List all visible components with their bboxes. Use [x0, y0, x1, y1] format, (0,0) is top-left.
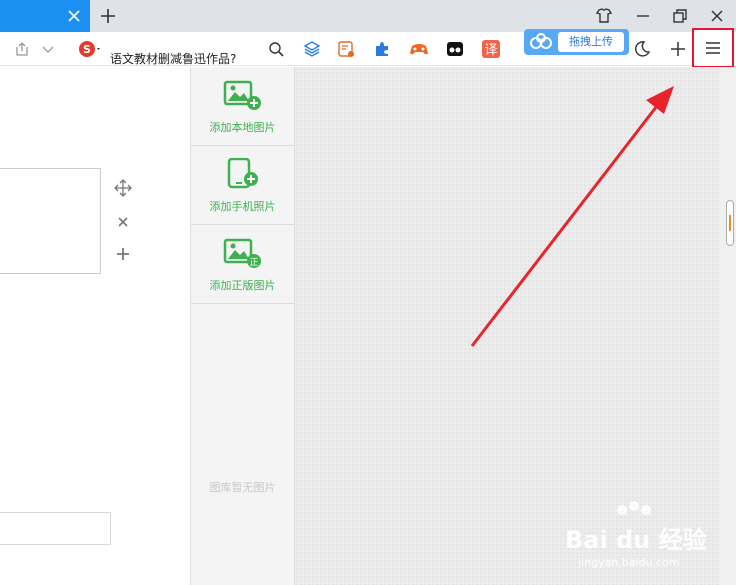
image-add-icon — [223, 80, 261, 110]
svg-text:S: S — [83, 43, 91, 56]
image-side-panel: 添加本地图片 添加手机照片 正 添加正版图片 图库暂无图片 — [190, 67, 295, 585]
svg-text:正: 正 — [249, 258, 258, 268]
sogou-search-icon[interactable]: S — [78, 39, 104, 59]
add-local-image-button[interactable]: 添加本地图片 — [191, 67, 294, 146]
watermark-brand: Bai du 经验 — [565, 526, 707, 554]
translate-icon[interactable]: 译 — [481, 39, 501, 59]
notes-icon[interactable] — [336, 39, 356, 59]
caption-input[interactable] — [0, 512, 111, 545]
scrollbar-track[interactable] — [720, 67, 736, 585]
move-icon[interactable] — [113, 178, 133, 198]
add-licensed-image-button[interactable]: 正 添加正版图片 — [191, 225, 294, 304]
video-app-icon[interactable] — [445, 39, 465, 59]
delete-icon[interactable] — [113, 212, 133, 232]
editor-area — [0, 67, 190, 585]
baidu-netdisk-widget[interactable]: 拖拽上传 — [524, 29, 629, 55]
add-phone-photo-label: 添加手机照片 — [209, 200, 276, 213]
gamepad-icon[interactable] — [408, 39, 430, 59]
plus-icon[interactable] — [97, 5, 119, 27]
minimize-icon[interactable] — [631, 4, 655, 28]
chevron-down-icon[interactable] — [38, 39, 58, 59]
search-icon[interactable] — [266, 39, 286, 59]
shirt-icon[interactable] — [592, 4, 616, 28]
annotation-arrow-icon — [470, 86, 674, 347]
add-phone-photo-button[interactable]: 添加手机照片 — [191, 146, 294, 225]
licensed-image-icon: 正 — [223, 238, 261, 268]
empty-gallery-text: 图库暂无图片 — [209, 481, 276, 494]
share-icon[interactable] — [12, 39, 32, 59]
moon-icon[interactable] — [632, 39, 652, 59]
search-suggestion-text[interactable]: 语文教材删减鲁迅作品? — [110, 50, 236, 67]
close-icon[interactable] — [64, 6, 84, 26]
scrollbar-thumb[interactable] — [726, 200, 734, 246]
add-local-image-label: 添加本地图片 — [209, 121, 276, 134]
menu-button[interactable] — [692, 28, 734, 68]
tab-bar — [0, 0, 736, 32]
watermark-url: jingyan.baidu.com — [578, 556, 680, 569]
restore-icon[interactable] — [668, 4, 692, 28]
layers-icon[interactable] — [302, 39, 322, 59]
close-window-icon[interactable] — [705, 4, 729, 28]
add-icon[interactable] — [113, 244, 133, 264]
phone-add-icon — [227, 158, 258, 189]
active-tab[interactable] — [0, 0, 90, 32]
drag-upload-button[interactable]: 拖拽上传 — [558, 32, 624, 52]
hamburger-icon — [706, 42, 720, 54]
add-licensed-image-label: 添加正版图片 — [209, 279, 276, 292]
svg-text:译: 译 — [484, 43, 497, 58]
image-placeholder[interactable] — [0, 168, 101, 274]
plus-icon[interactable] — [668, 39, 688, 59]
cloud-icon — [530, 33, 552, 49]
puzzle-icon[interactable] — [372, 39, 392, 59]
